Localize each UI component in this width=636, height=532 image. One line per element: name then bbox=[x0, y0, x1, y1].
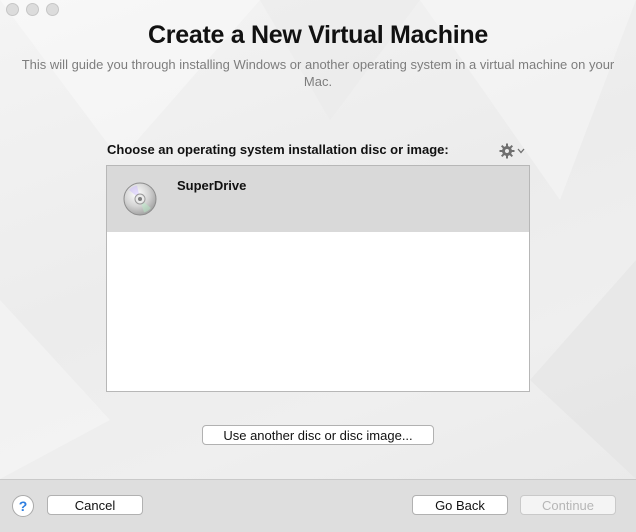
cancel-button[interactable]: Cancel bbox=[47, 495, 143, 515]
page-title: Create a New Virtual Machine bbox=[148, 21, 488, 49]
chevron-down-icon bbox=[517, 148, 525, 154]
close-window-button[interactable] bbox=[6, 3, 19, 16]
zoom-window-button[interactable] bbox=[46, 3, 59, 16]
new-vm-window: Create a New Virtual Machine This will g… bbox=[0, 0, 636, 532]
use-another-disc-button[interactable]: Use another disc or disc image... bbox=[202, 425, 434, 445]
list-item-superdrive[interactable]: SuperDrive bbox=[107, 166, 529, 232]
help-button[interactable]: ? bbox=[12, 495, 34, 517]
disc-icon bbox=[123, 182, 157, 216]
minimize-window-button[interactable] bbox=[26, 3, 39, 16]
gear-icon bbox=[499, 143, 515, 159]
chooser-label: Choose an operating system installation … bbox=[107, 142, 449, 157]
installation-source-list[interactable]: SuperDrive bbox=[106, 165, 530, 392]
window-controls bbox=[6, 3, 59, 16]
continue-button[interactable]: Continue bbox=[520, 495, 616, 515]
page-subtitle: This will guide you through installing W… bbox=[21, 57, 615, 89]
go-back-button[interactable]: Go Back bbox=[412, 495, 508, 515]
options-menu-button[interactable] bbox=[499, 142, 529, 160]
list-item-label: SuperDrive bbox=[177, 178, 247, 193]
